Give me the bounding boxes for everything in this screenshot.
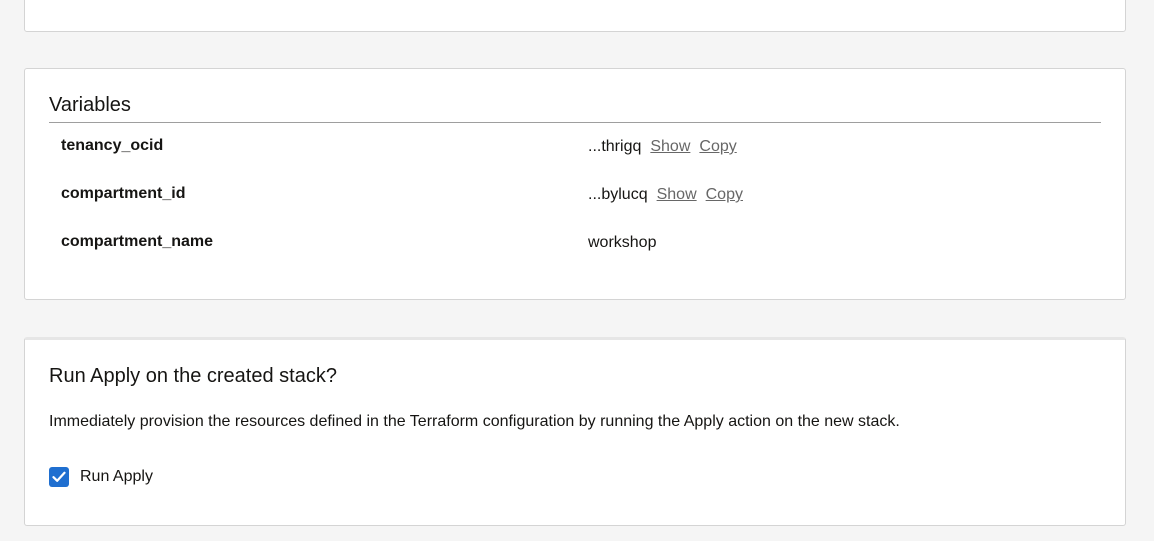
variable-value: ...bylucq Show Copy	[588, 185, 743, 205]
run-apply-checkbox-label: Run Apply	[80, 468, 153, 485]
variables-heading: Variables	[49, 94, 131, 116]
variables-divider	[49, 122, 1101, 123]
variable-value-text: ...bylucq	[588, 186, 648, 203]
variable-row-tenancy-ocid: tenancy_ocid ...thrigq Show Copy	[61, 136, 1101, 160]
variables-panel: Variables tenancy_ocid ...thrigq Show Copy…	[24, 68, 1126, 300]
variable-row-compartment-id: compartment_id ...bylucq Show Copy	[61, 184, 1101, 208]
show-compartment-id-link[interactable]: Show	[657, 186, 697, 203]
previous-section-panel	[24, 0, 1126, 32]
variable-name: compartment_id	[61, 185, 186, 202]
run-apply-description: Immediately provision the resources defi…	[49, 413, 900, 430]
checkmark-icon	[52, 471, 66, 482]
copy-compartment-id-link[interactable]: Copy	[706, 186, 743, 203]
show-tenancy-ocid-link[interactable]: Show	[650, 138, 690, 155]
variable-row-compartment-name: compartment_name workshop	[61, 232, 1101, 256]
variable-name: compartment_name	[61, 233, 214, 250]
variable-value-text: workshop	[588, 234, 657, 251]
run-apply-checkbox-row[interactable]: Run Apply	[49, 466, 153, 488]
variable-value: ...thrigq Show Copy	[588, 137, 737, 157]
run-apply-panel: Run Apply on the created stack? Immediat…	[24, 337, 1126, 526]
run-apply-heading: Run Apply on the created stack?	[49, 365, 337, 387]
variable-value: workshop	[588, 233, 656, 253]
run-apply-checkbox[interactable]	[49, 467, 69, 487]
variable-value-text: ...thrigq	[588, 138, 642, 155]
variable-name: tenancy_ocid	[61, 137, 164, 154]
copy-tenancy-ocid-link[interactable]: Copy	[699, 138, 736, 155]
